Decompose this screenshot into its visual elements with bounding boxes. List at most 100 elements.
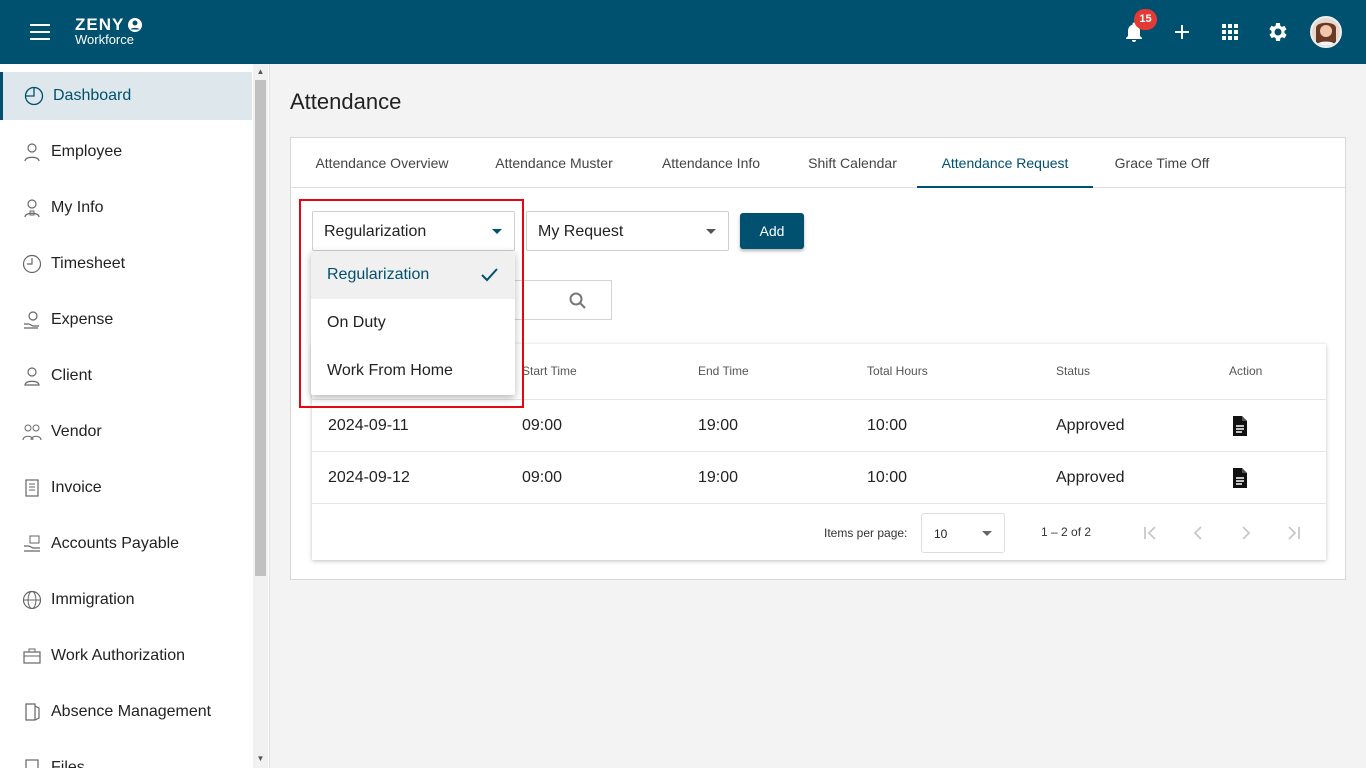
avatar[interactable] [1310, 16, 1342, 48]
tab-attendance-info[interactable]: Attendance Info [646, 138, 776, 188]
col-total-hours: Total Hours [867, 364, 928, 378]
option-label: On Duty [327, 314, 386, 331]
chevron-down-icon [492, 229, 502, 234]
page-range: 1 – 2 of 2 [1041, 525, 1092, 539]
col-start-time: Start Time [522, 364, 577, 378]
cell-status: Approved [1056, 469, 1125, 486]
person-icon [24, 367, 40, 386]
paginator: Items per page: 10 1 – 2 of 2 [312, 503, 1326, 560]
sidebar-item-immigration[interactable]: Immigration [0, 576, 252, 624]
menu-icon[interactable] [30, 24, 50, 40]
expense-icon [24, 311, 39, 329]
user-info-icon [24, 199, 40, 218]
cell-end: 19:00 [698, 417, 739, 434]
sidebar-item-expense[interactable]: Expense [0, 296, 252, 344]
request-scope-select[interactable]: My Request [526, 211, 729, 251]
document-icon[interactable] [1231, 416, 1249, 436]
page-title: Attendance [290, 89, 402, 114]
apps-grid-icon[interactable] [1218, 20, 1242, 44]
logo-brand: ZENY [75, 15, 125, 34]
sidebar-item-label: Client [51, 367, 92, 384]
tab-bar: Attendance Overview Attendance Muster At… [291, 138, 1345, 188]
items-per-page-label: Items per page: [824, 526, 908, 540]
sidebar-item-label: Immigration [51, 591, 135, 608]
sidebar-item-client[interactable]: Client [0, 352, 252, 400]
next-page-icon[interactable] [1235, 522, 1257, 544]
request-type-select[interactable]: Regularization [312, 211, 515, 251]
cell-date: 2024-09-11 [328, 417, 409, 434]
sidebar-item-files[interactable]: Files [0, 744, 252, 768]
option-regularization[interactable]: Regularization [311, 251, 515, 299]
sidebar-item-label: Timesheet [51, 255, 126, 272]
employee-icon [24, 143, 40, 162]
option-label: Regularization [327, 266, 430, 283]
request-type-value: Regularization [324, 223, 427, 240]
cell-start: 09:00 [522, 469, 563, 486]
request-scope-value: My Request [538, 223, 624, 240]
tab-attendance-overview[interactable]: Attendance Overview [301, 138, 463, 188]
notification-badge: 15 [1134, 9, 1157, 30]
check-icon [481, 268, 498, 282]
prev-page-icon[interactable] [1187, 522, 1209, 544]
scroll-down-icon[interactable]: ▼ [253, 752, 268, 766]
door-icon [25, 703, 40, 721]
sidebar-item-label: Files [51, 759, 85, 768]
sidebar-item-label: Employee [51, 143, 123, 160]
scroll-up-icon[interactable]: ▲ [253, 65, 268, 79]
tab-attendance-muster[interactable]: Attendance Muster [480, 138, 628, 188]
sidebar-item-label: Dashboard [53, 87, 132, 104]
sidebar-item-label: Work Authorization [51, 647, 185, 664]
briefcase-icon [23, 648, 41, 664]
sidebar-item-invoice[interactable]: Invoice [0, 464, 252, 512]
tab-shift-calendar[interactable]: Shift Calendar [794, 138, 911, 188]
sidebar-item-employee[interactable]: Employee [0, 128, 252, 176]
globe-icon [22, 590, 42, 610]
add-button[interactable]: Add [740, 213, 804, 249]
sidebar-item-dashboard[interactable]: Dashboard [0, 72, 252, 120]
invoice-icon [25, 479, 39, 497]
cell-date: 2024-09-12 [328, 469, 410, 486]
option-on-duty[interactable]: On Duty [311, 299, 515, 347]
sidebar-item-work-authorization[interactable]: Work Authorization [0, 632, 252, 680]
tab-grace-time-off[interactable]: Grace Time Off [1100, 138, 1224, 188]
sidebar-item-timesheet[interactable]: Timesheet [0, 240, 252, 288]
document-icon[interactable] [1231, 468, 1249, 488]
logo-sub: Workforce [75, 32, 134, 47]
last-page-icon[interactable] [1283, 522, 1305, 544]
col-end-time: End Time [698, 364, 749, 378]
sidebar-item-accounts-payable[interactable]: Accounts Payable [0, 520, 252, 568]
request-type-dropdown: Regularization On Duty Work From Home [311, 251, 515, 395]
cell-status: Approved [1056, 417, 1125, 434]
first-page-icon[interactable] [1139, 522, 1161, 544]
sidebar-item-label: Expense [51, 311, 114, 328]
sidebar: Dashboard Employee My Info Timesheet Exp… [0, 64, 270, 768]
sidebar-item-label: My Info [51, 199, 104, 216]
top-app-bar: ZENY Workforce 15 [0, 0, 1366, 64]
cell-total: 10:00 [867, 417, 908, 434]
option-label: Work From Home [327, 362, 453, 379]
sidebar-item-absence-management[interactable]: Absence Management [0, 688, 252, 736]
plus-icon[interactable] [1170, 20, 1194, 44]
scroll-thumb[interactable] [255, 80, 266, 576]
option-work-from-home[interactable]: Work From Home [311, 347, 515, 395]
chevron-down-icon [982, 531, 992, 536]
page-size-value: 10 [934, 527, 948, 541]
sidebar-scrollbar[interactable]: ▲ ▼ [253, 64, 268, 768]
page-size-select[interactable]: 10 [921, 513, 1005, 553]
cell-start: 09:00 [522, 417, 563, 434]
tab-attendance-request[interactable]: Attendance Request [917, 138, 1093, 188]
cell-total: 10:00 [867, 469, 908, 486]
payable-icon [24, 535, 40, 552]
col-action: Action [1229, 364, 1263, 378]
logo-mark-icon [128, 18, 142, 32]
sidebar-item-label: Absence Management [51, 703, 212, 720]
sidebar-item-label: Invoice [51, 479, 102, 496]
gear-icon[interactable] [1266, 20, 1290, 44]
table-row: 2024-09-11 09:00 19:00 10:00 Approved [312, 399, 1326, 451]
cell-end: 19:00 [698, 469, 739, 486]
sidebar-item-vendor[interactable]: Vendor [0, 408, 252, 456]
dashboard-icon [24, 86, 44, 106]
search-icon[interactable] [568, 291, 588, 311]
sidebar-item-my-info[interactable]: My Info [0, 184, 252, 232]
search-input[interactable] [511, 280, 612, 320]
